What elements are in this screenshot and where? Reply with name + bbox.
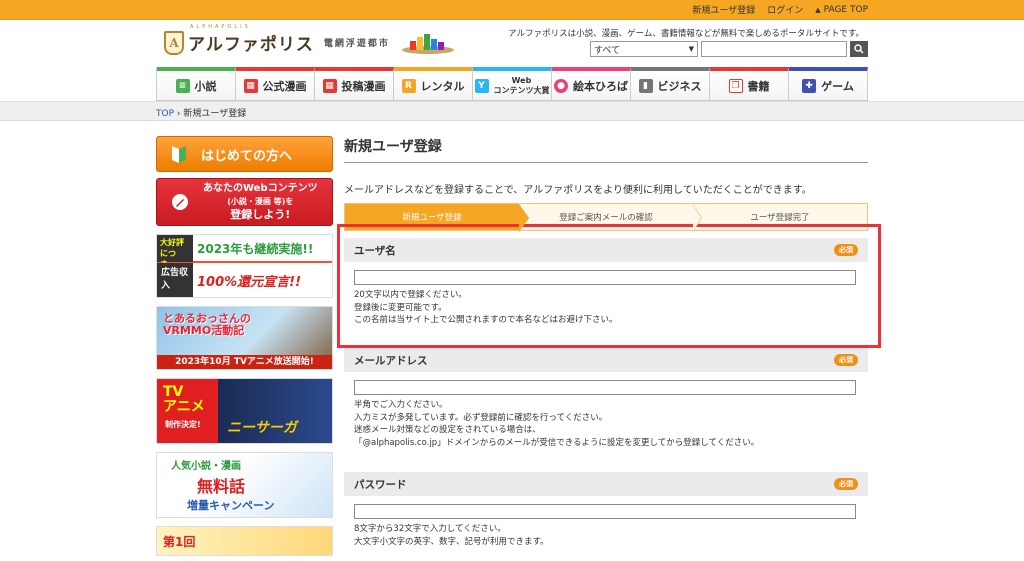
breadcrumb-current: 新規ユーザ登録: [183, 109, 247, 119]
nav-posted-manga[interactable]: ▦ 投稿漫画: [315, 67, 394, 101]
register-web-content-button[interactable]: あなたのWebコンテンツ (小説・漫画 等)を 登録しよう!: [156, 178, 333, 226]
password-input[interactable]: [354, 504, 856, 519]
password-notes: 8文字から32文字で入力してください。 大文字小文字の英字、数字、記号が利用でき…: [354, 524, 549, 547]
nav-rental[interactable]: R レンタル: [394, 67, 473, 101]
breadcrumb: TOP › 新規ユーザ登録: [156, 109, 247, 119]
search-bar: すべて ▼: [590, 41, 868, 57]
page-top-link[interactable]: ▲ PAGE TOP: [815, 5, 868, 15]
top-bar: 新規ユーザ登録 ログイン ▲ PAGE TOP: [0, 0, 1024, 20]
email-notes: 半角でご入力ください。 入力ミスが多発しています。必ず登録前に確認を行ってくださ…: [354, 400, 760, 448]
trophy-icon: Y: [474, 78, 489, 93]
nav-picture-book[interactable]: ● 絵本ひろば: [552, 67, 631, 101]
logo-subtitle: 電網浮遊都市: [323, 39, 390, 49]
intro-text: メールアドレスなどを登録することで、アルファポリスをより便利に利用していただくこ…: [344, 185, 812, 196]
nav-books[interactable]: ❐ 書籍: [710, 67, 789, 101]
site-header: ALPHAPOLIS A アルファポリス 電網浮遊都市 アルファポリスは小説、漫…: [156, 20, 868, 66]
nav-business[interactable]: ▮ ビジネス: [631, 67, 710, 101]
password-label: パスワード: [354, 478, 407, 491]
nav-web-contents-award[interactable]: Y Web コンテンツ大賞: [473, 67, 552, 101]
breadcrumb-bar: TOP › 新規ユーザ登録: [0, 101, 1024, 121]
required-badge: 必須: [834, 354, 858, 366]
page-title: 新規ユーザ登録: [344, 136, 868, 163]
free-chapters-banner[interactable]: 人気小説・漫画 無料話 増量キャンペーン: [156, 452, 333, 518]
logo-emblem-icon: A: [164, 30, 184, 55]
vrmmo-anime-banner[interactable]: とあるおっさんの VRMMO活動記 2023年10月 TVアニメ放送開始!: [156, 306, 333, 370]
manga-icon: ▦: [243, 78, 258, 93]
picture-book-icon: ●: [554, 78, 568, 93]
email-field-group: メールアドレス 必須 半角でご入力ください。 入力ミスが多発しています。必ず登録…: [344, 348, 868, 457]
nav-game[interactable]: ✚ ゲーム: [789, 67, 868, 101]
pen-icon: [172, 194, 188, 210]
email-input[interactable]: [354, 380, 856, 395]
beginner-mark-icon: [172, 146, 186, 163]
search-button[interactable]: [850, 41, 868, 57]
required-badge: 必須: [834, 478, 858, 490]
floating-city-icon: [401, 33, 454, 54]
search-category-select[interactable]: すべて ▼: [590, 41, 698, 57]
site-logo[interactable]: ALPHAPOLIS A アルファポリス 電網浮遊都市: [164, 24, 456, 55]
tv-anime-banner[interactable]: TV アニメ 制作決定! ニーサーガ: [156, 378, 333, 444]
breadcrumb-top-link[interactable]: TOP: [156, 109, 174, 119]
contest-banner[interactable]: 第1回: [156, 526, 333, 556]
book-icon: ≡: [175, 78, 190, 93]
logo-roman: ALPHAPOLIS: [190, 24, 251, 30]
new-user-link[interactable]: 新規ユーザ登録: [692, 3, 755, 16]
main-content: 新規ユーザ登録 メールアドレスなどを登録することで、アルファポリスをより便利に利…: [344, 136, 868, 547]
open-book-icon: ❐: [728, 78, 743, 93]
manga-post-icon: ▦: [322, 78, 337, 93]
search-icon: [854, 44, 864, 54]
password-field-group: パスワード 必須 8文字から32文字で入力してください。 大文字小文字の英字、数…: [344, 472, 868, 556]
ad-revenue-banner[interactable]: 大好評につき、 2023年も継続実施!! 広告収入 100%還元宣言!!: [156, 234, 333, 298]
main-nav: ≡ 小説 ▦ 公式漫画 ▦ 投稿漫画 R レンタル Y Web コンテンツ大賞 ●…: [156, 67, 868, 101]
nav-novel[interactable]: ≡ 小説: [157, 67, 236, 101]
triangle-up-icon: ▲: [815, 5, 821, 14]
search-input[interactable]: [701, 41, 847, 57]
username-highlight-box: [337, 224, 881, 348]
site-tagline: アルファポリスは小説、漫画、ゲーム、書籍情報などが無料で楽しめるポータルサイトで…: [508, 29, 864, 39]
logo-text: アルファポリス: [188, 35, 314, 55]
rental-icon: R: [401, 78, 416, 93]
chevron-down-icon: ▼: [688, 45, 694, 53]
login-link[interactable]: ログイン: [767, 3, 803, 16]
email-label: メールアドレス: [354, 354, 428, 367]
gamepad-icon: ✚: [802, 78, 817, 93]
sidebar: はじめての方へ あなたのWebコンテンツ (小説・漫画 等)を 登録しよう! 大…: [156, 136, 333, 561]
bar-chart-icon: ▮: [638, 78, 653, 93]
first-time-guide-button[interactable]: はじめての方へ: [156, 136, 333, 172]
nav-official-manga[interactable]: ▦ 公式漫画: [236, 67, 315, 101]
